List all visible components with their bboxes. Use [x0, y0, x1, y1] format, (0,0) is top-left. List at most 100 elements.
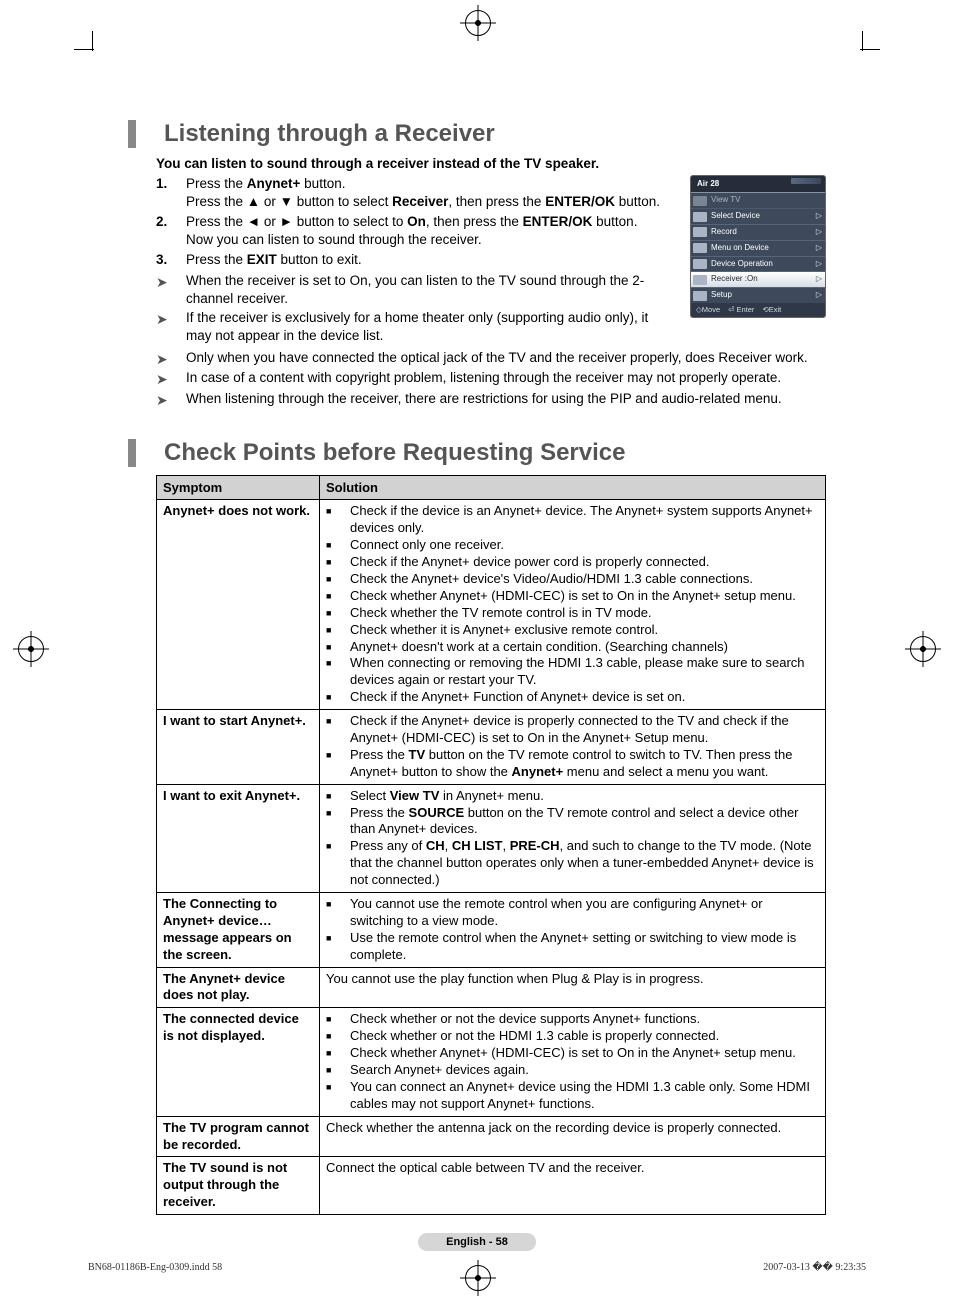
- solution-item: ■Connect only one receiver.: [326, 537, 819, 554]
- heading-listening: Listening through a Receiver: [128, 120, 826, 148]
- solution-cell: Connect the optical cable between TV and…: [320, 1157, 826, 1215]
- solution-item: ■You can connect an Anynet+ device using…: [326, 1079, 819, 1113]
- troubleshoot-table: Symptom Solution Anynet+ does not work.■…: [156, 475, 826, 1215]
- th-solution: Solution: [320, 475, 826, 500]
- intro-text: You can listen to sound through a receiv…: [128, 156, 826, 171]
- steps-list: 1.Press the Anynet+ button.Press the ▲ o…: [156, 175, 676, 270]
- solution-item: ■You cannot use the remote control when …: [326, 896, 819, 930]
- page-number-badge: English - 58: [418, 1233, 536, 1251]
- solution-cell: ■Select View TV in Anynet+ menu.■Press t…: [320, 784, 826, 892]
- osd-row-icon: [693, 212, 707, 222]
- symptom-cell: The connected device is not displayed.: [157, 1008, 320, 1116]
- chevron-right-icon: ▷: [815, 259, 823, 270]
- osd-row-label: Menu on Device: [711, 243, 815, 254]
- osd-row-icon: [693, 227, 707, 237]
- osd-row[interactable]: Record▷: [691, 225, 825, 241]
- symptom-cell: I want to exit Anynet+.: [157, 784, 320, 892]
- osd-row[interactable]: Device Operation▷: [691, 257, 825, 273]
- solution-item: ■Check whether Anynet+ (HDMI-CEC) is set…: [326, 1045, 819, 1062]
- solution-item: ■Check whether Anynet+ (HDMI-CEC) is set…: [326, 588, 819, 605]
- solution-cell: ■You cannot use the remote control when …: [320, 892, 826, 967]
- solution-cell: ■Check if the device is an Anynet+ devic…: [320, 500, 826, 710]
- step-item: 1.Press the Anynet+ button.Press the ▲ o…: [156, 175, 676, 211]
- solution-item: ■Press the TV button on the TV remote co…: [326, 747, 819, 781]
- solution-item: ■Press any of CH, CH LIST, PRE-CH, and s…: [326, 838, 819, 889]
- solution-cell: ■Check if the Anynet+ device is properly…: [320, 710, 826, 785]
- osd-row-label: View TV: [711, 195, 815, 206]
- solution-item: ■Check whether or not the device support…: [326, 1011, 819, 1028]
- solution-item: ■Check whether or not the HDMI 1.3 cable…: [326, 1028, 819, 1045]
- solution-item: ■Press the SOURCE button on the TV remot…: [326, 805, 819, 839]
- table-row: The connected device is not displayed. ■C…: [157, 1008, 826, 1116]
- osd-title: Air 28: [691, 176, 825, 194]
- osd-row-label: Setup: [711, 290, 815, 301]
- chevron-right-icon: ▷: [815, 290, 823, 301]
- symptom-cell: The Connecting to Anynet+ device… messag…: [157, 892, 320, 967]
- solution-cell: You cannot use the play function when Pl…: [320, 967, 826, 1008]
- register-mark-right: [910, 636, 936, 662]
- osd-row[interactable]: Receiver :On▷: [691, 272, 825, 288]
- chevron-right-icon: ▷: [815, 243, 823, 254]
- footer-file: BN68-01186B-Eng-0309.indd 58: [88, 1262, 222, 1273]
- table-row: Anynet+ does not work.■Check if the devi…: [157, 500, 826, 710]
- solution-item: ■Use the remote control when the Anynet+…: [326, 930, 819, 964]
- solution-item: ■Anynet+ doesn't work at a certain condi…: [326, 639, 819, 656]
- solution-item: ■Select View TV in Anynet+ menu.: [326, 788, 819, 805]
- osd-row-label: Record: [711, 227, 815, 238]
- solution-item: ■Search Anynet+ devices again.: [326, 1062, 819, 1079]
- osd-row-label: Device Operation: [711, 259, 815, 270]
- symptom-cell: The TV sound is not output through the r…: [157, 1157, 320, 1215]
- solution-cell: Check whether the antenna jack on the re…: [320, 1116, 826, 1157]
- osd-menu: Air 28 View TVSelect Device▷Record▷Menu …: [690, 175, 826, 319]
- symptom-cell: The Anynet+ device does not play.: [157, 967, 320, 1008]
- osd-row-label: Receiver :On: [711, 274, 815, 285]
- solution-item: ■Check if the device is an Anynet+ devic…: [326, 503, 819, 537]
- solution-item: ■Check if the Anynet+ device is properly…: [326, 713, 819, 747]
- heading-checkpoints: Check Points before Requesting Service: [128, 439, 826, 467]
- notes-list: ➤When the receiver is set to On, you can…: [156, 272, 676, 346]
- step-item: 3.Press the EXIT button to exit.: [156, 251, 676, 269]
- osd-row-icon: [693, 196, 707, 206]
- notes-list-wide: ➤Only when you have connected the optica…: [156, 349, 826, 411]
- note-item: ➤If the receiver is exclusively for a ho…: [156, 309, 676, 345]
- solution-item: ■Check if the Anynet+ Function of Anynet…: [326, 689, 819, 706]
- register-mark-left: [18, 636, 44, 662]
- table-row: The Anynet+ device does not play.You can…: [157, 967, 826, 1008]
- table-row: The TV sound is not output through the r…: [157, 1157, 826, 1215]
- osd-footer: ◇Move ⏎ Enter ⟲Exit: [691, 303, 825, 317]
- solution-item: ■Check if the Anynet+ device power cord …: [326, 554, 819, 571]
- step-item: 2.Press the ◄ or ► button to select to O…: [156, 213, 676, 249]
- table-row: The Connecting to Anynet+ device… messag…: [157, 892, 826, 967]
- solution-item: ■Check whether the TV remote control is …: [326, 605, 819, 622]
- osd-row[interactable]: Setup▷: [691, 288, 825, 303]
- osd-row[interactable]: Menu on Device▷: [691, 241, 825, 257]
- table-row: I want to start Anynet+.■Check if the An…: [157, 710, 826, 785]
- symptom-cell: Anynet+ does not work.: [157, 500, 320, 710]
- solution-item: ■Check whether it is Anynet+ exclusive r…: [326, 622, 819, 639]
- chevron-right-icon: ▷: [815, 227, 823, 238]
- osd-row-icon: [693, 275, 707, 285]
- osd-row-label: Select Device: [711, 211, 815, 222]
- note-item: ➤When listening through the receiver, th…: [156, 390, 826, 410]
- chevron-right-icon: ▷: [815, 211, 823, 222]
- symptom-cell: I want to start Anynet+.: [157, 710, 320, 785]
- register-mark-top: [465, 10, 491, 36]
- osd-row-icon: [693, 259, 707, 269]
- table-row: The TV program cannot be recorded.Check …: [157, 1116, 826, 1157]
- note-item: ➤In case of a content with copyright pro…: [156, 369, 826, 389]
- solution-item: ■When connecting or removing the HDMI 1.…: [326, 655, 819, 689]
- osd-row[interactable]: View TV: [691, 193, 825, 209]
- note-item: ➤When the receiver is set to On, you can…: [156, 272, 676, 308]
- note-item: ➤Only when you have connected the optica…: [156, 349, 826, 369]
- symptom-cell: The TV program cannot be recorded.: [157, 1116, 320, 1157]
- osd-row[interactable]: Select Device▷: [691, 209, 825, 225]
- table-row: I want to exit Anynet+.■Select View TV i…: [157, 784, 826, 892]
- osd-row-icon: [693, 243, 707, 253]
- print-footer: BN68-01186B-Eng-0309.indd 58 2007-03-13 …: [88, 1262, 866, 1273]
- osd-row-icon: [693, 291, 707, 301]
- solution-item: ■Check the Anynet+ device's Video/Audio/…: [326, 571, 819, 588]
- footer-date: 2007-03-13 �� 9:23:35: [763, 1262, 866, 1273]
- th-symptom: Symptom: [157, 475, 320, 500]
- chevron-right-icon: ▷: [815, 274, 823, 285]
- solution-cell: ■Check whether or not the device support…: [320, 1008, 826, 1116]
